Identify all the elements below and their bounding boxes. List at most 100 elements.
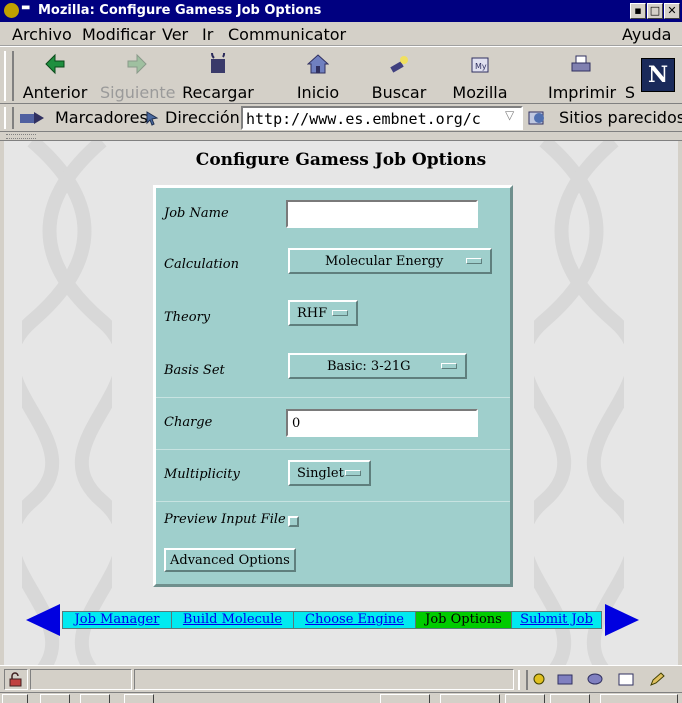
back-button[interactable]: Anterior — [22, 51, 88, 103]
taskbar-item[interactable] — [440, 694, 500, 703]
mozilla-button[interactable]: My Mozilla — [452, 51, 508, 103]
unlocked-padlock-icon — [9, 672, 22, 687]
page-title: Configure Gamess Job Options — [195, 150, 487, 170]
mozilla-label: Mozilla — [452, 83, 508, 102]
toolbar-grip[interactable] — [4, 51, 14, 101]
theory-row: Theory RHF — [156, 294, 510, 346]
discussion-icon[interactable] — [586, 671, 604, 687]
nav-build-molecule[interactable]: Build Molecule — [172, 612, 294, 628]
component-bar-grip[interactable] — [518, 670, 528, 690]
calculation-select[interactable]: Molecular Energy — [288, 248, 492, 274]
location-arrow-icon — [146, 111, 159, 126]
theory-value: RHF — [297, 306, 328, 321]
bookmarks-button[interactable]: Marcadores — [55, 108, 148, 127]
calculation-value: Molecular Energy — [325, 254, 444, 269]
charge-input[interactable]: 0 — [286, 409, 478, 437]
back-arrow-icon — [45, 53, 65, 75]
taskbar-item[interactable] — [380, 694, 430, 703]
netscape-logo[interactable]: N — [641, 58, 675, 92]
nav-submit-job[interactable]: Submit Job — [512, 612, 601, 628]
wizard-navigation: Job Manager Build Molecule Choose Engine… — [62, 611, 602, 629]
multiplicity-row: Multiplicity Singlet — [156, 450, 510, 502]
taskbar-item[interactable] — [600, 694, 678, 703]
print-button[interactable]: Imprimir — [548, 51, 617, 103]
search-label: Buscar — [371, 83, 427, 102]
printer-icon — [571, 55, 591, 72]
url-input[interactable]: http://www.es.embnet.org/c — [241, 106, 523, 130]
taskbar-item[interactable] — [40, 694, 70, 703]
search-button[interactable]: Buscar — [370, 51, 428, 103]
basis-set-label: Basis Set — [164, 363, 225, 378]
previous-step-arrow-icon[interactable] — [26, 604, 60, 636]
dna-helix-decoration — [22, 141, 112, 665]
window-menu-arrow-icon[interactable]: ▬ — [21, 2, 30, 13]
location-bar: Marcadores Dirección: http://www.es.embn… — [0, 104, 682, 132]
multiplicity-label: Multiplicity — [164, 467, 240, 482]
address-label: Dirección: — [165, 108, 246, 127]
reload-label: Recargar — [182, 83, 254, 102]
multiplicity-dropdown-indicator — [345, 470, 361, 476]
forward-label: Siguiente — [100, 83, 176, 102]
progress-field — [30, 669, 132, 690]
url-dropdown-icon[interactable]: ▽ — [505, 108, 521, 128]
security-button[interactable]: S — [622, 51, 638, 103]
search-flashlight-icon — [390, 56, 408, 73]
taskbar-item[interactable] — [550, 694, 590, 703]
calculation-dropdown-indicator — [466, 258, 482, 264]
multiplicity-value: Singlet — [297, 466, 344, 481]
menu-modificar[interactable]: Modificar — [82, 25, 155, 44]
menu-bar: Archivo Modificar Ver Ir Communicator Ay… — [0, 22, 682, 46]
preview-input-file-checkbox[interactable] — [288, 516, 299, 527]
nav-job-manager[interactable]: Job Manager — [63, 612, 172, 628]
home-icon — [307, 54, 329, 74]
security-label: S — [624, 83, 636, 102]
taskbar-item[interactable] — [124, 694, 154, 703]
security-lock-field[interactable] — [4, 669, 28, 690]
personal-toolbar-grip[interactable] — [6, 134, 36, 139]
calculation-row: Calculation Molecular Energy — [156, 240, 510, 294]
home-button[interactable]: Inicio — [292, 51, 344, 103]
maximize-button[interactable]: □ — [647, 3, 663, 19]
forward-button[interactable]: Siguiente — [100, 51, 176, 103]
minimize-button[interactable]: ▪ — [630, 3, 646, 19]
related-sites-button[interactable]: Sitios parecidos — [559, 108, 682, 127]
preview-row: Preview Input File Advanced Options — [156, 502, 510, 584]
multiplicity-select[interactable]: Singlet — [288, 460, 371, 486]
home-label: Inicio — [296, 83, 340, 102]
next-step-arrow-icon[interactable] — [605, 604, 639, 636]
back-label: Anterior — [22, 83, 88, 102]
status-text-field — [134, 669, 514, 690]
taskbar-item[interactable] — [505, 694, 545, 703]
basis-set-select[interactable]: Basic: 3-21G — [288, 353, 467, 379]
reload-button[interactable]: Recargar — [182, 51, 254, 103]
composer-icon[interactable] — [617, 671, 635, 687]
edit-pencil-icon[interactable] — [648, 671, 666, 687]
navigation-toolbar: Anterior Siguiente Recargar Inicio Busca… — [0, 46, 682, 104]
preview-input-file-label: Preview Input File — [164, 512, 286, 527]
basis-set-row: Basis Set Basic: 3-21G — [156, 346, 510, 398]
related-sites-icon — [528, 111, 544, 125]
taskbar-item[interactable] — [2, 694, 28, 703]
menu-ayuda[interactable]: Ayuda — [622, 25, 671, 44]
job-name-input[interactable] — [286, 200, 478, 228]
menu-communicator[interactable]: Communicator — [228, 25, 346, 44]
window-title-bar: ▬ Mozilla: Configure Gamess Job Options … — [0, 0, 682, 22]
reload-icon — [211, 53, 226, 73]
menu-archivo[interactable]: Archivo — [12, 25, 72, 44]
job-name-label: Job Name — [164, 206, 229, 221]
nav-choose-engine[interactable]: Choose Engine — [294, 612, 416, 628]
nav-job-options[interactable]: Job Options — [416, 612, 512, 628]
mail-icon[interactable] — [556, 671, 574, 687]
taskbar-item[interactable] — [80, 694, 110, 703]
window-menu-icon[interactable] — [4, 3, 19, 18]
location-grip[interactable] — [4, 107, 14, 129]
navigator-icon[interactable] — [530, 671, 548, 687]
menu-ir[interactable]: Ir — [202, 25, 213, 44]
calculation-label: Calculation — [164, 257, 239, 272]
print-label: Imprimir — [548, 83, 617, 102]
theory-select[interactable]: RHF — [288, 300, 358, 326]
close-button[interactable]: ✕ — [664, 3, 680, 19]
status-bar — [0, 665, 682, 692]
menu-ver[interactable]: Ver — [162, 25, 188, 44]
advanced-options-button[interactable]: Advanced Options — [164, 548, 296, 572]
